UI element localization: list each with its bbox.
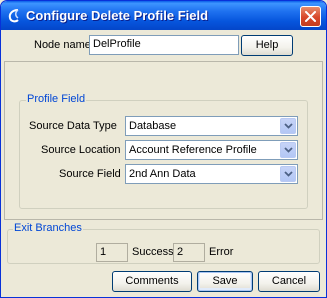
comments-button[interactable]: Comments (112, 271, 192, 292)
exit-branch-label-2: Error (209, 246, 234, 258)
source-location-value: Account Reference Profile (129, 144, 257, 156)
window-title: Configure Delete Profile Field (26, 8, 209, 23)
save-button[interactable]: Save (197, 271, 253, 292)
node-name-label: Node name (34, 39, 91, 51)
help-button[interactable]: Help (241, 35, 293, 56)
source-field-value: 2nd Ann Data (129, 168, 196, 180)
exit-branches-legend: Exit Branches (13, 222, 83, 234)
profile-field-legend: Profile Field (26, 93, 87, 105)
source-field-select[interactable]: 2nd Ann Data (125, 164, 298, 184)
chevron-down-icon[interactable] (280, 166, 296, 182)
source-field-label: Source Field (59, 168, 121, 180)
source-location-label: Source Location (41, 144, 121, 156)
exit-branch-label-1: Success (132, 246, 174, 258)
exit-branch-number-2: 2 (173, 243, 205, 262)
node-name-row: Node name DelProfile Help (1, 30, 326, 60)
title-bar[interactable]: Configure Delete Profile Field (1, 1, 326, 30)
exit-branch-number-1: 1 (96, 243, 128, 262)
chevron-down-icon[interactable] (280, 142, 296, 158)
configure-dialog: Configure Delete Profile Field Node name… (0, 0, 327, 298)
profile-field-group: Profile Field Source Data Type Database … (19, 93, 308, 209)
source-data-type-select[interactable]: Database (125, 116, 298, 136)
node-name-input[interactable]: DelProfile (89, 35, 239, 55)
source-location-select[interactable]: Account Reference Profile (125, 140, 298, 160)
chevron-down-icon[interactable] (280, 118, 296, 134)
window-app-icon (7, 8, 23, 24)
source-data-type-value: Database (129, 120, 177, 132)
main-panel: Profile Field Source Data Type Database … (4, 61, 323, 220)
close-button[interactable] (300, 6, 321, 27)
close-icon (305, 11, 316, 22)
exit-branches-group: Exit Branches 1 Success 2 Error (7, 222, 320, 264)
source-data-type-label: Source Data Type (29, 120, 117, 132)
cancel-button[interactable]: Cancel (258, 271, 320, 292)
